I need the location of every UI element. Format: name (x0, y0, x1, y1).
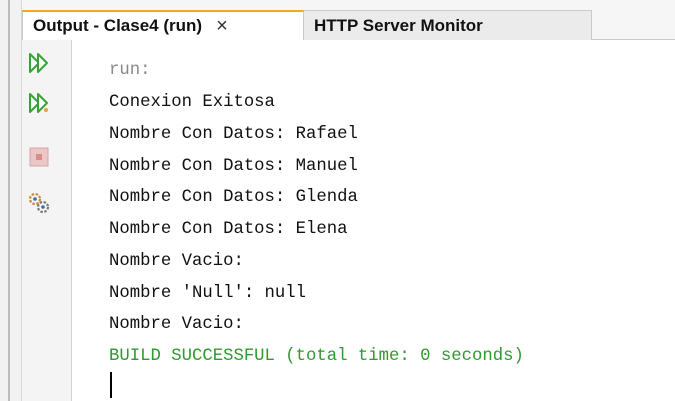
console-line: Nombre Vacio: (109, 252, 244, 271)
settings-icon (28, 192, 50, 214)
console-line: run: (109, 61, 151, 80)
tab-http-server-monitor[interactable]: HTTP Server Monitor (304, 10, 592, 40)
close-icon[interactable]: × (216, 15, 228, 38)
splitter-grip (8, 0, 10, 401)
console-line: Nombre Con Datos: Manuel (109, 157, 358, 176)
stop-button[interactable] (26, 144, 52, 170)
tab-monitor-label: HTTP Server Monitor (314, 15, 483, 35)
console-line: Nombre Con Datos: Rafael (109, 125, 358, 144)
console-output[interactable]: run: Conexion Exitosa Nombre Con Datos: … (73, 40, 675, 401)
rerun-button[interactable] (26, 50, 52, 76)
console-line: Nombre 'Null': null (109, 284, 307, 303)
tab-bar: Output - Clase4 (run) × HTTP Server Moni… (22, 0, 675, 40)
rerun-icon (29, 53, 48, 73)
left-splitter[interactable] (0, 0, 22, 401)
settings-button[interactable] (26, 190, 52, 216)
console-line: Conexion Exitosa (109, 93, 275, 112)
tab-output-label: Output - Clase4 (run) (33, 16, 203, 35)
rerun-with-options-icon (29, 93, 48, 113)
output-window: Output - Clase4 (run) × HTTP Server Moni… (0, 0, 675, 401)
text-caret (110, 372, 112, 398)
stop-icon (29, 147, 49, 167)
rerun-with-options-button[interactable] (26, 90, 52, 116)
console-line: Nombre Con Datos: Elena (109, 220, 348, 239)
tab-output-clase4[interactable]: Output - Clase4 (run) × (22, 10, 304, 40)
console-line: Nombre Con Datos: Glenda (109, 188, 358, 207)
output-toolbar (22, 40, 72, 401)
build-status-line: BUILD SUCCESSFUL (total time: 0 seconds) (109, 347, 524, 366)
console-line: Nombre Vacio: (109, 315, 244, 334)
